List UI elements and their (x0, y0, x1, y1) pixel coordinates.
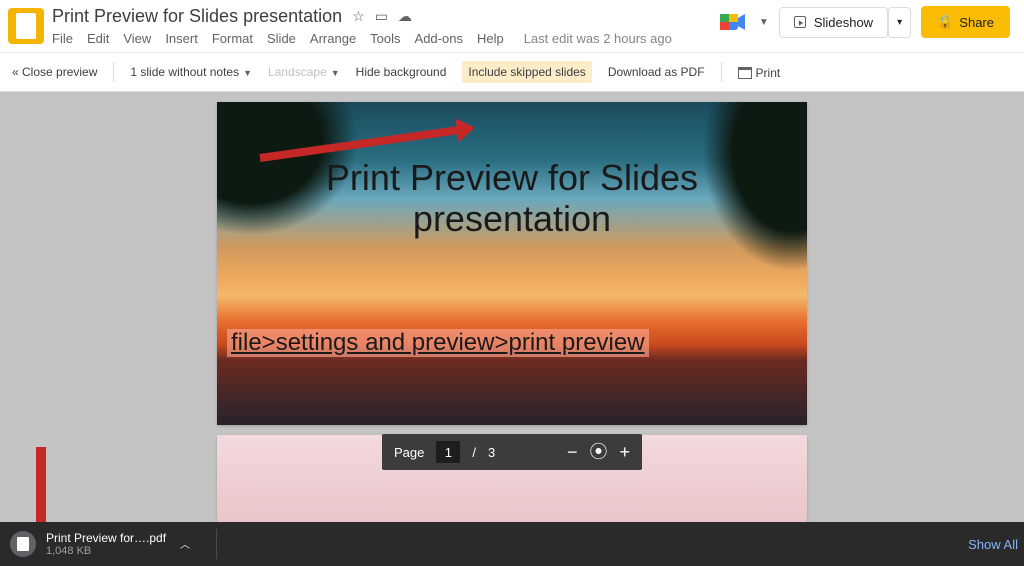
menu-arrange[interactable]: Arrange (310, 31, 356, 46)
download-filename: Print Preview for….pdf (46, 531, 166, 545)
preview-canvas: Print Preview for Slides presentation fi… (0, 92, 1024, 522)
chevron-down-icon: ▾ (897, 17, 902, 28)
share-button[interactable]: 🔒 Share (921, 6, 1010, 38)
chevron-down-icon: ▼ (243, 68, 252, 78)
slide-title: Print Preview for Slides presentation (217, 157, 807, 240)
layout-dropdown[interactable]: 1 slide without notes ▼ (130, 65, 252, 79)
show-all-button[interactable]: Show All (968, 537, 1018, 552)
menu-bar: File Edit View Insert Format Slide Arran… (52, 27, 711, 52)
page-current-input[interactable]: 1 (436, 441, 460, 463)
zoom-out-button[interactable]: − (567, 443, 578, 461)
orientation-dropdown[interactable]: Landscape ▼ (268, 65, 340, 79)
title-bar: Print Preview for Slides presentation ☆ … (0, 0, 1024, 52)
menu-file[interactable]: File (52, 31, 73, 46)
print-icon (738, 67, 752, 79)
slides-logo[interactable] (8, 8, 44, 44)
page-total: 3 (488, 445, 495, 460)
menu-format[interactable]: Format (212, 31, 253, 46)
pdf-file-icon (10, 531, 36, 557)
meet-dropdown-icon[interactable]: ▼ (759, 17, 769, 28)
annotation-arrow-to-download-shelf (36, 447, 46, 522)
orientation-label: Landscape (268, 65, 327, 79)
slide-title-line1: Print Preview for Slides (217, 157, 807, 198)
divider (721, 62, 722, 82)
close-preview-button[interactable]: « Close preview (12, 65, 97, 79)
print-label: Print (756, 66, 781, 80)
document-title[interactable]: Print Preview for Slides presentation (52, 6, 342, 27)
menu-insert[interactable]: Insert (165, 31, 198, 46)
present-icon (794, 16, 806, 28)
menu-tools[interactable]: Tools (370, 31, 400, 46)
zoom-in-button[interactable]: + (619, 443, 630, 461)
download-as-pdf-button[interactable]: Download as PDF (608, 65, 705, 79)
menu-view[interactable]: View (123, 31, 151, 46)
lock-icon: 🔒 (937, 14, 953, 30)
chevron-down-icon: ▼ (331, 68, 340, 78)
chevron-up-icon[interactable]: ︿ (180, 536, 190, 551)
download-filesize: 1,048 KB (46, 545, 166, 557)
menu-edit[interactable]: Edit (87, 31, 109, 46)
page-separator: / (472, 445, 476, 460)
page-control-bar: Page 1 / 3 − ⦿ + (382, 434, 642, 470)
layout-label: 1 slide without notes (130, 65, 239, 79)
menu-help[interactable]: Help (477, 31, 504, 46)
slide-title-line2: presentation (217, 198, 807, 239)
move-icon[interactable]: ▭ (375, 8, 388, 25)
slideshow-button[interactable]: Slideshow (779, 7, 888, 38)
divider (113, 62, 114, 82)
menu-slide[interactable]: Slide (267, 31, 296, 46)
download-shelf: Print Preview for….pdf 1,048 KB ︿ Show A… (0, 522, 1024, 566)
zoom-reset-button[interactable]: ⦿ (589, 443, 607, 461)
hide-background-button[interactable]: Hide background (356, 65, 447, 79)
share-label: Share (959, 15, 994, 30)
download-item[interactable]: Print Preview for….pdf 1,048 KB ︿ (10, 531, 210, 557)
star-icon[interactable]: ☆ (352, 8, 365, 25)
cloud-icon[interactable]: ☁ (398, 8, 412, 25)
slide-subtitle: file>settings and preview>print preview (227, 329, 649, 357)
print-button[interactable]: Print (738, 65, 781, 80)
menu-addons[interactable]: Add-ons (415, 31, 463, 46)
slideshow-label: Slideshow (814, 15, 873, 30)
last-edit-text[interactable]: Last edit was 2 hours ago (524, 31, 672, 46)
include-skipped-slides-button[interactable]: Include skipped slides (462, 61, 591, 83)
preview-toolbar: « Close preview 1 slide without notes ▼ L… (0, 52, 1024, 92)
slideshow-dropdown-button[interactable]: ▾ (888, 7, 911, 38)
meet-icon[interactable] (719, 10, 749, 34)
page-label: Page (394, 445, 424, 460)
divider (216, 529, 217, 559)
